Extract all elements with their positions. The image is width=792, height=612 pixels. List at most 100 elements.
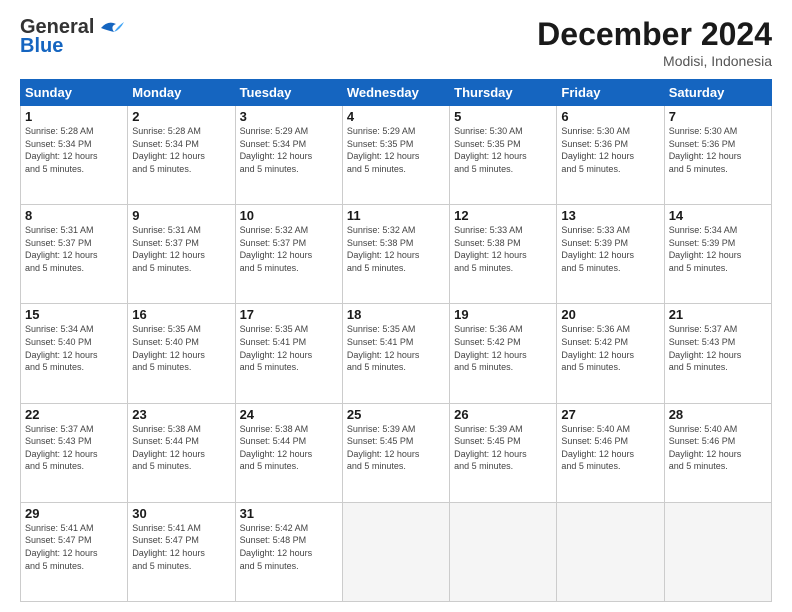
- header: General Blue December 2024 Modisi, Indon…: [20, 16, 772, 69]
- calendar-week-row: 1Sunrise: 5:28 AM Sunset: 5:34 PM Daylig…: [21, 106, 772, 205]
- calendar-cell: 27Sunrise: 5:40 AM Sunset: 5:46 PM Dayli…: [557, 403, 664, 502]
- calendar-cell: 2Sunrise: 5:28 AM Sunset: 5:34 PM Daylig…: [128, 106, 235, 205]
- day-info: Sunrise: 5:41 AM Sunset: 5:47 PM Dayligh…: [132, 522, 230, 572]
- day-number: 4: [347, 109, 445, 124]
- calendar-header-row: SundayMondayTuesdayWednesdayThursdayFrid…: [21, 80, 772, 106]
- day-info: Sunrise: 5:31 AM Sunset: 5:37 PM Dayligh…: [25, 224, 123, 274]
- day-number: 5: [454, 109, 552, 124]
- day-info: Sunrise: 5:35 AM Sunset: 5:40 PM Dayligh…: [132, 323, 230, 373]
- day-info: Sunrise: 5:40 AM Sunset: 5:46 PM Dayligh…: [669, 423, 767, 473]
- day-info: Sunrise: 5:30 AM Sunset: 5:36 PM Dayligh…: [561, 125, 659, 175]
- day-number: 13: [561, 208, 659, 223]
- logo: General Blue: [20, 16, 126, 58]
- calendar-table: SundayMondayTuesdayWednesdayThursdayFrid…: [20, 79, 772, 602]
- day-info: Sunrise: 5:28 AM Sunset: 5:34 PM Dayligh…: [25, 125, 123, 175]
- calendar-week-row: 15Sunrise: 5:34 AM Sunset: 5:40 PM Dayli…: [21, 304, 772, 403]
- day-info: Sunrise: 5:33 AM Sunset: 5:39 PM Dayligh…: [561, 224, 659, 274]
- calendar-cell: 22Sunrise: 5:37 AM Sunset: 5:43 PM Dayli…: [21, 403, 128, 502]
- day-info: Sunrise: 5:32 AM Sunset: 5:37 PM Dayligh…: [240, 224, 338, 274]
- day-number: 25: [347, 407, 445, 422]
- day-number: 18: [347, 307, 445, 322]
- day-number: 10: [240, 208, 338, 223]
- calendar-cell: 18Sunrise: 5:35 AM Sunset: 5:41 PM Dayli…: [342, 304, 449, 403]
- calendar-week-row: 22Sunrise: 5:37 AM Sunset: 5:43 PM Dayli…: [21, 403, 772, 502]
- day-info: Sunrise: 5:37 AM Sunset: 5:43 PM Dayligh…: [669, 323, 767, 373]
- day-number: 28: [669, 407, 767, 422]
- col-header-thursday: Thursday: [450, 80, 557, 106]
- day-info: Sunrise: 5:34 AM Sunset: 5:39 PM Dayligh…: [669, 224, 767, 274]
- col-header-sunday: Sunday: [21, 80, 128, 106]
- day-info: Sunrise: 5:30 AM Sunset: 5:36 PM Dayligh…: [669, 125, 767, 175]
- title-block: December 2024 Modisi, Indonesia: [537, 16, 772, 69]
- day-number: 26: [454, 407, 552, 422]
- calendar-cell: 29Sunrise: 5:41 AM Sunset: 5:47 PM Dayli…: [21, 502, 128, 601]
- calendar-cell: 1Sunrise: 5:28 AM Sunset: 5:34 PM Daylig…: [21, 106, 128, 205]
- day-info: Sunrise: 5:28 AM Sunset: 5:34 PM Dayligh…: [132, 125, 230, 175]
- day-info: Sunrise: 5:29 AM Sunset: 5:35 PM Dayligh…: [347, 125, 445, 175]
- calendar-cell: 25Sunrise: 5:39 AM Sunset: 5:45 PM Dayli…: [342, 403, 449, 502]
- day-info: Sunrise: 5:36 AM Sunset: 5:42 PM Dayligh…: [561, 323, 659, 373]
- calendar-cell: 11Sunrise: 5:32 AM Sunset: 5:38 PM Dayli…: [342, 205, 449, 304]
- calendar-cell: 15Sunrise: 5:34 AM Sunset: 5:40 PM Dayli…: [21, 304, 128, 403]
- calendar-cell: 8Sunrise: 5:31 AM Sunset: 5:37 PM Daylig…: [21, 205, 128, 304]
- calendar-cell: 19Sunrise: 5:36 AM Sunset: 5:42 PM Dayli…: [450, 304, 557, 403]
- day-number: 2: [132, 109, 230, 124]
- day-number: 3: [240, 109, 338, 124]
- calendar-cell: 5Sunrise: 5:30 AM Sunset: 5:35 PM Daylig…: [450, 106, 557, 205]
- main-title: December 2024: [537, 16, 772, 53]
- day-number: 14: [669, 208, 767, 223]
- day-number: 27: [561, 407, 659, 422]
- day-info: Sunrise: 5:38 AM Sunset: 5:44 PM Dayligh…: [132, 423, 230, 473]
- day-number: 22: [25, 407, 123, 422]
- calendar-cell: 20Sunrise: 5:36 AM Sunset: 5:42 PM Dayli…: [557, 304, 664, 403]
- calendar-cell: 12Sunrise: 5:33 AM Sunset: 5:38 PM Dayli…: [450, 205, 557, 304]
- day-number: 24: [240, 407, 338, 422]
- day-info: Sunrise: 5:33 AM Sunset: 5:38 PM Dayligh…: [454, 224, 552, 274]
- day-number: 6: [561, 109, 659, 124]
- calendar-cell: 23Sunrise: 5:38 AM Sunset: 5:44 PM Dayli…: [128, 403, 235, 502]
- day-info: Sunrise: 5:30 AM Sunset: 5:35 PM Dayligh…: [454, 125, 552, 175]
- day-number: 30: [132, 506, 230, 521]
- col-header-friday: Friday: [557, 80, 664, 106]
- day-number: 1: [25, 109, 123, 124]
- calendar-cell: 17Sunrise: 5:35 AM Sunset: 5:41 PM Dayli…: [235, 304, 342, 403]
- day-number: 15: [25, 307, 123, 322]
- calendar-week-row: 29Sunrise: 5:41 AM Sunset: 5:47 PM Dayli…: [21, 502, 772, 601]
- day-info: Sunrise: 5:37 AM Sunset: 5:43 PM Dayligh…: [25, 423, 123, 473]
- day-info: Sunrise: 5:34 AM Sunset: 5:40 PM Dayligh…: [25, 323, 123, 373]
- calendar-cell: [450, 502, 557, 601]
- calendar-cell: 30Sunrise: 5:41 AM Sunset: 5:47 PM Dayli…: [128, 502, 235, 601]
- calendar-cell: 7Sunrise: 5:30 AM Sunset: 5:36 PM Daylig…: [664, 106, 771, 205]
- page: General Blue December 2024 Modisi, Indon…: [0, 0, 792, 612]
- logo-blue: Blue: [20, 35, 63, 58]
- day-number: 17: [240, 307, 338, 322]
- day-number: 23: [132, 407, 230, 422]
- calendar-cell: [557, 502, 664, 601]
- calendar-cell: [664, 502, 771, 601]
- calendar-cell: 6Sunrise: 5:30 AM Sunset: 5:36 PM Daylig…: [557, 106, 664, 205]
- calendar-cell: 26Sunrise: 5:39 AM Sunset: 5:45 PM Dayli…: [450, 403, 557, 502]
- day-number: 11: [347, 208, 445, 223]
- day-number: 9: [132, 208, 230, 223]
- calendar-cell: [342, 502, 449, 601]
- day-info: Sunrise: 5:40 AM Sunset: 5:46 PM Dayligh…: [561, 423, 659, 473]
- calendar-cell: 9Sunrise: 5:31 AM Sunset: 5:37 PM Daylig…: [128, 205, 235, 304]
- calendar-cell: 10Sunrise: 5:32 AM Sunset: 5:37 PM Dayli…: [235, 205, 342, 304]
- col-header-wednesday: Wednesday: [342, 80, 449, 106]
- calendar-cell: 13Sunrise: 5:33 AM Sunset: 5:39 PM Dayli…: [557, 205, 664, 304]
- calendar-cell: 4Sunrise: 5:29 AM Sunset: 5:35 PM Daylig…: [342, 106, 449, 205]
- col-header-saturday: Saturday: [664, 80, 771, 106]
- day-info: Sunrise: 5:38 AM Sunset: 5:44 PM Dayligh…: [240, 423, 338, 473]
- subtitle: Modisi, Indonesia: [537, 53, 772, 69]
- calendar-cell: 16Sunrise: 5:35 AM Sunset: 5:40 PM Dayli…: [128, 304, 235, 403]
- calendar-cell: 3Sunrise: 5:29 AM Sunset: 5:34 PM Daylig…: [235, 106, 342, 205]
- day-info: Sunrise: 5:31 AM Sunset: 5:37 PM Dayligh…: [132, 224, 230, 274]
- calendar-cell: 31Sunrise: 5:42 AM Sunset: 5:48 PM Dayli…: [235, 502, 342, 601]
- day-number: 8: [25, 208, 123, 223]
- day-number: 16: [132, 307, 230, 322]
- day-info: Sunrise: 5:41 AM Sunset: 5:47 PM Dayligh…: [25, 522, 123, 572]
- calendar-cell: 24Sunrise: 5:38 AM Sunset: 5:44 PM Dayli…: [235, 403, 342, 502]
- day-info: Sunrise: 5:39 AM Sunset: 5:45 PM Dayligh…: [347, 423, 445, 473]
- day-info: Sunrise: 5:42 AM Sunset: 5:48 PM Dayligh…: [240, 522, 338, 572]
- calendar-cell: 28Sunrise: 5:40 AM Sunset: 5:46 PM Dayli…: [664, 403, 771, 502]
